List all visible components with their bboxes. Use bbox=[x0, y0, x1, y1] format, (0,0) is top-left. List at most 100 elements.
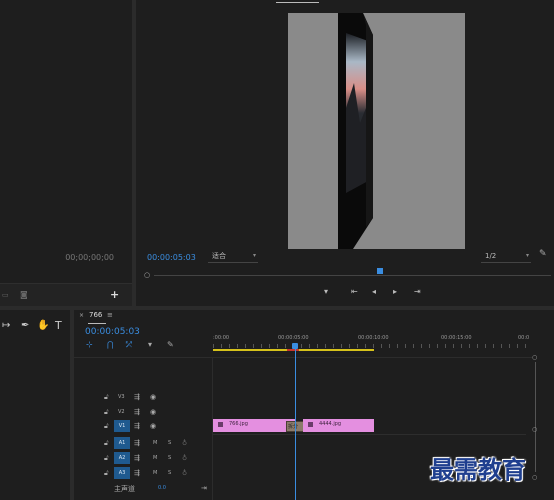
sync-lock-icon[interactable]: ⇶ bbox=[134, 390, 140, 404]
master-label: 主声道 bbox=[114, 485, 135, 493]
track-label: V2 bbox=[118, 409, 125, 415]
scroll-handle-top[interactable]: ○ bbox=[532, 354, 537, 361]
playhead-line-overlay bbox=[295, 419, 296, 500]
time-ruler[interactable]: :00:00 00:00:05:00 00:00:10:00 00:00:15:… bbox=[213, 332, 530, 352]
lock-icon[interactable]: 🔓︎ bbox=[104, 405, 109, 419]
microphone-icon[interactable]: ♁ bbox=[182, 466, 187, 480]
mute-button[interactable]: M bbox=[153, 455, 157, 461]
track-select-icon[interactable]: ↦ bbox=[2, 320, 10, 331]
scroll-handle-end[interactable]: ○ bbox=[532, 474, 537, 481]
solo-button[interactable]: S bbox=[168, 470, 171, 476]
solo-button[interactable]: S bbox=[168, 440, 171, 446]
watermark: 最需教育 bbox=[430, 455, 526, 484]
scroll-handle-bottom[interactable]: ○ bbox=[532, 426, 537, 433]
microphone-icon[interactable]: ♁ bbox=[182, 436, 187, 450]
eye-icon[interactable]: ◉ bbox=[150, 405, 156, 419]
pen-icon[interactable]: ✒ bbox=[21, 320, 29, 331]
track-a1: 🔓︎ A1 ⇶ M S ♁ bbox=[74, 436, 212, 450]
tools-panel: ↦ ✒ ✋ T bbox=[0, 310, 70, 500]
vertical-scrollbar[interactable]: ○ ○ ○ bbox=[532, 354, 539, 490]
lock-icon[interactable]: 🔓︎ bbox=[104, 436, 109, 450]
track-target-v1[interactable]: V1 bbox=[114, 420, 130, 432]
master-value[interactable]: 0.0 bbox=[158, 485, 166, 491]
track-v3: 🔓︎ V3 ⇶ ◉ bbox=[74, 390, 212, 404]
tab-menu-icon[interactable]: ≡ bbox=[107, 311, 113, 319]
source-timecode: 00;00;00;00 bbox=[65, 253, 114, 262]
step-back-icon[interactable]: ◂ bbox=[372, 287, 376, 296]
track-a3: 🔓︎ A3 ⇶ M S ♁ bbox=[74, 466, 212, 480]
camera-icon[interactable]: ◙ bbox=[20, 290, 28, 299]
mute-button[interactable]: M bbox=[153, 440, 157, 446]
track-label: V3 bbox=[118, 394, 125, 400]
ruler-label: 00:00:05:00 bbox=[278, 335, 309, 341]
lock-icon[interactable]: 🔓︎ bbox=[104, 419, 109, 433]
sync-lock-icon[interactable]: ⇶ bbox=[134, 405, 140, 419]
track-target-a1[interactable]: A1 bbox=[114, 437, 130, 449]
eye-icon[interactable]: ◉ bbox=[150, 419, 156, 433]
lock-icon[interactable]: 🔓︎ bbox=[104, 390, 109, 404]
mute-button[interactable]: M bbox=[153, 470, 157, 476]
nest-icon[interactable]: ⊹ bbox=[86, 340, 93, 349]
solo-button[interactable]: S bbox=[168, 455, 171, 461]
close-tab-icon[interactable]: × bbox=[79, 312, 84, 319]
go-to-end-icon[interactable]: ⇥ bbox=[201, 481, 207, 495]
sync-lock-icon[interactable]: ⇶ bbox=[134, 419, 140, 433]
fit-value: 适合 bbox=[212, 252, 226, 260]
resolution-value: 1/2 bbox=[485, 252, 497, 260]
scrubber-start-icon: ○ bbox=[144, 271, 151, 279]
clip-766[interactable]: 766.jpg bbox=[213, 419, 295, 432]
program-timecode[interactable]: 00:00:05:03 bbox=[147, 253, 196, 262]
program-scrubber[interactable]: ○ bbox=[144, 268, 551, 280]
clip-label: 4444.jpg bbox=[319, 421, 342, 427]
hand-icon[interactable]: ✋ bbox=[37, 320, 49, 331]
track-lane-divider bbox=[213, 434, 526, 435]
clip-fx-icon bbox=[308, 422, 313, 427]
timeline-timecode[interactable]: 00:00:05:03 bbox=[85, 327, 140, 337]
step-forward-icon[interactable]: ▸ bbox=[393, 287, 397, 296]
drive-icon[interactable]: ▭ bbox=[2, 291, 9, 299]
marker-icon[interactable]: ▾ bbox=[324, 287, 328, 296]
timeline-tab[interactable]: 766 bbox=[89, 311, 102, 319]
add-icon[interactable]: + bbox=[110, 288, 119, 301]
ruler-label: 00:00:15:00 bbox=[441, 335, 472, 341]
ruler-label: 00:0 bbox=[518, 335, 530, 341]
chevron-down-icon: ▾ bbox=[252, 252, 256, 259]
fit-dropdown[interactable]: 适合 ▾ bbox=[208, 250, 258, 263]
add-marker-icon[interactable]: ▾ bbox=[148, 340, 152, 349]
go-to-in-icon[interactable]: ⇤ bbox=[351, 287, 358, 296]
transport-controls: ▾ ⇤ ◂ ▸ ⇥ bbox=[324, 287, 424, 299]
ruler-label: 00:00:10:00 bbox=[358, 335, 389, 341]
settings-wrench-icon[interactable]: ✎ bbox=[167, 340, 174, 349]
sync-lock-icon[interactable]: ⇶ bbox=[134, 436, 140, 450]
ruler-label: :00:00 bbox=[213, 335, 230, 341]
sync-lock-icon[interactable]: ⇶ bbox=[134, 466, 140, 480]
clip-4444[interactable]: 4444.jpg bbox=[303, 419, 374, 432]
type-icon[interactable]: T bbox=[55, 319, 62, 332]
scrubber-playhead[interactable] bbox=[377, 268, 383, 274]
lock-icon[interactable]: 🔓︎ bbox=[104, 451, 109, 465]
sync-lock-icon[interactable]: ⇶ bbox=[134, 451, 140, 465]
microphone-icon[interactable]: ♁ bbox=[182, 451, 187, 465]
track-v2: 🔓︎ V2 ⇶ ◉ bbox=[74, 405, 212, 419]
render-bar-red bbox=[287, 349, 299, 351]
program-canvas bbox=[288, 13, 465, 249]
header-separator bbox=[74, 357, 532, 358]
rotated-image-clip bbox=[338, 13, 373, 249]
track-target-a2[interactable]: A2 bbox=[114, 452, 130, 464]
snap-icon[interactable]: ⋂ bbox=[107, 340, 114, 349]
ruler-ticks bbox=[213, 344, 526, 348]
linked-selection-icon[interactable]: ⤱ bbox=[126, 340, 132, 350]
tab-underline bbox=[88, 323, 106, 324]
track-a2: 🔓︎ A2 ⇶ M S ♁ bbox=[74, 451, 212, 465]
track-target-a3[interactable]: A3 bbox=[114, 467, 130, 479]
go-to-out-icon[interactable]: ⇥ bbox=[414, 287, 421, 296]
track-master: 主声道 0.0 ⇥ bbox=[74, 481, 212, 495]
wrench-icon[interactable]: ✎ bbox=[539, 249, 547, 259]
source-footer: ▭ ◙ + bbox=[0, 283, 132, 307]
transition-label: 拆分 bbox=[288, 424, 299, 430]
source-monitor-panel: 00;00;00;00 ▭ ◙ + bbox=[0, 0, 132, 307]
lock-icon[interactable]: 🔓︎ bbox=[104, 466, 109, 480]
eye-icon[interactable]: ◉ bbox=[150, 390, 156, 404]
resolution-dropdown[interactable]: 1/2 ▾ bbox=[481, 250, 531, 263]
clip-label: 766.jpg bbox=[229, 421, 248, 427]
